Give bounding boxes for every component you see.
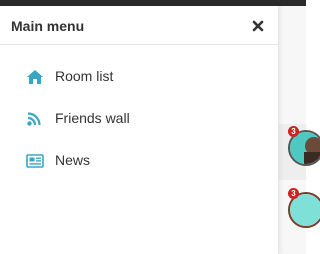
menu-header: Main menu	[0, 6, 278, 45]
menu-item-label: News	[55, 152, 91, 168]
close-icon	[252, 20, 264, 32]
rss-icon	[26, 111, 44, 127]
notification-avatar-1[interactable]: 3	[288, 126, 320, 166]
menu-item-news[interactable]: News	[0, 143, 278, 179]
menu-item-label: Friends wall	[55, 110, 130, 126]
menu-item-friends-wall[interactable]: Friends wall	[0, 101, 278, 137]
close-button[interactable]	[249, 17, 267, 35]
menu-item-room-list[interactable]: Room list	[0, 59, 278, 95]
menu-item-label: Room list	[55, 68, 114, 84]
main-menu-panel: Main menu Room list Friends wall News	[0, 6, 279, 254]
newspaper-icon	[26, 153, 44, 169]
menu-title: Main menu	[11, 18, 85, 34]
notification-badge: 3	[288, 188, 299, 199]
notification-avatar-2[interactable]: 3	[288, 188, 320, 228]
home-icon	[26, 69, 44, 85]
notification-badge: 3	[288, 126, 299, 137]
